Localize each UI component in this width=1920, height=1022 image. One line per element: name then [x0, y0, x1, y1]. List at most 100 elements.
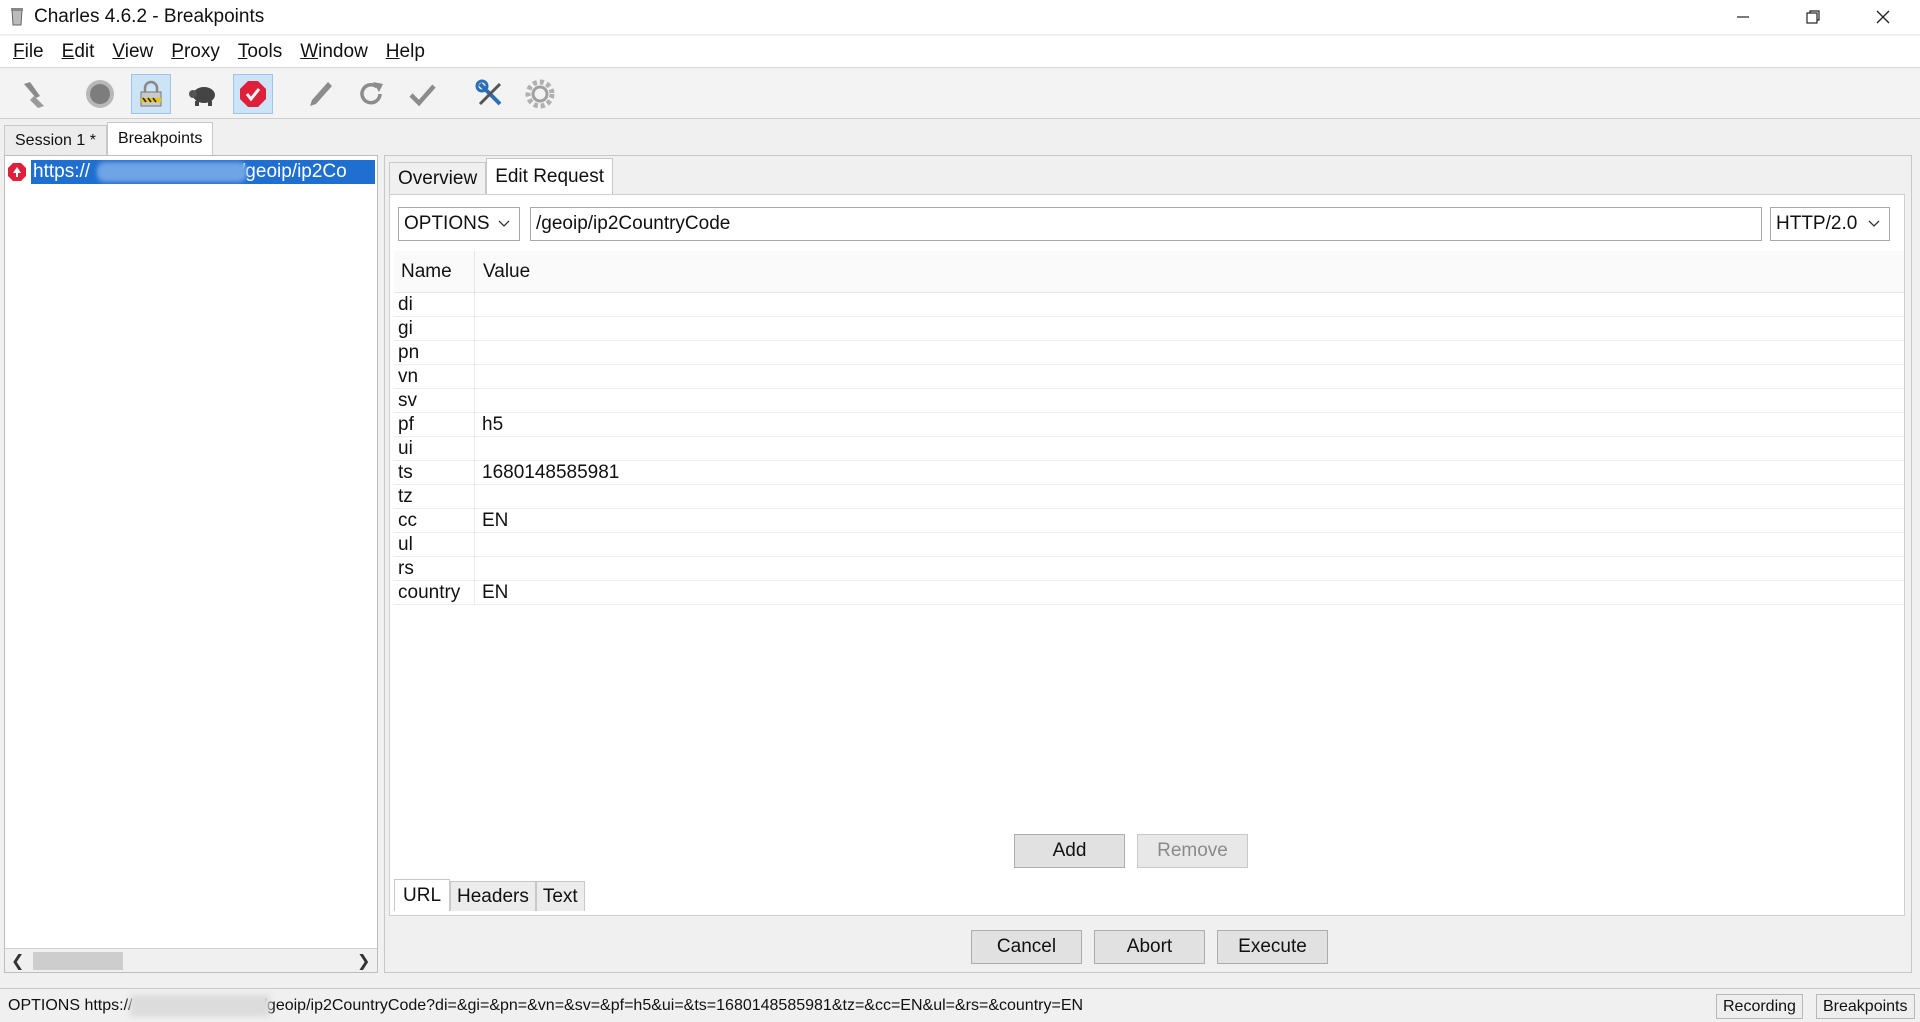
close-icon	[1876, 10, 1890, 24]
throttle-button[interactable]	[183, 74, 223, 114]
table-row[interactable]: country EN	[394, 580, 1904, 605]
table-row[interactable]: vn	[394, 364, 1904, 389]
param-value[interactable]	[475, 293, 482, 317]
path-value: /geoip/ip2CountryCode	[536, 213, 731, 234]
recording-status[interactable]: Recording	[1716, 994, 1803, 1019]
param-value[interactable]	[475, 341, 482, 365]
compose-button[interactable]	[300, 74, 340, 114]
tab-session-1[interactable]: Session 1 *	[4, 125, 107, 155]
param-name[interactable]: cc	[394, 508, 475, 533]
param-value[interactable]	[475, 437, 482, 461]
menu-window[interactable]: Window	[291, 41, 377, 63]
tab-edit-request[interactable]: Edit Request	[486, 158, 613, 194]
menu-bar: File Edit View Proxy Tools Window Help	[0, 36, 1920, 68]
param-value[interactable]	[475, 365, 482, 389]
breakpoints-status[interactable]: Breakpoints	[1816, 994, 1915, 1019]
param-name[interactable]: tz	[394, 484, 475, 509]
cancel-button[interactable]: Cancel	[971, 930, 1082, 964]
table-row[interactable]: rs	[394, 556, 1904, 581]
restore-button[interactable]	[1778, 0, 1848, 34]
table-row[interactable]: cc EN	[394, 508, 1904, 533]
protocol-select[interactable]: HTTP/2.0	[1770, 207, 1890, 241]
breakpoints-icon	[240, 81, 266, 107]
param-name[interactable]: ts	[394, 460, 475, 485]
chevron-down-icon	[1868, 220, 1880, 227]
menu-tools[interactable]: Tools	[229, 41, 291, 63]
param-name[interactable]: gi	[394, 316, 475, 341]
param-value[interactable]: h5	[475, 413, 503, 437]
table-row[interactable]: ui	[394, 436, 1904, 461]
menu-proxy[interactable]: Proxy	[162, 41, 229, 63]
column-header-value[interactable]: Value	[475, 261, 530, 283]
redacted-host	[97, 162, 247, 182]
tools-button[interactable]	[470, 74, 510, 114]
table-row[interactable]: pn	[394, 340, 1904, 365]
param-value[interactable]: 1680148585981	[475, 461, 619, 485]
param-value[interactable]: EN	[475, 581, 508, 605]
clear-session-button[interactable]	[12, 74, 52, 114]
tree-item-breakpoint-request[interactable]: https:///geoip/ip2Co	[7, 160, 375, 184]
param-value[interactable]	[475, 317, 482, 341]
check-icon	[409, 84, 436, 107]
abort-button[interactable]: Abort	[1094, 930, 1205, 964]
table-row[interactable]: ul	[394, 532, 1904, 557]
param-name[interactable]: vn	[394, 364, 475, 389]
add-button[interactable]: Add	[1014, 834, 1125, 868]
scrollbar-thumb[interactable]	[33, 952, 123, 970]
table-row[interactable]: sv	[394, 388, 1904, 413]
table-row[interactable]: gi	[394, 316, 1904, 341]
param-name[interactable]: sv	[394, 388, 475, 413]
column-header-name[interactable]: Name	[394, 250, 475, 293]
title-bar: Charles 4.6.2 - Breakpoints	[0, 0, 1920, 34]
request-tree-panel: https:///geoip/ip2Co ❮ ❯	[4, 155, 378, 973]
close-button[interactable]	[1848, 0, 1918, 34]
ssl-proxy-button[interactable]	[131, 74, 171, 114]
scroll-left-icon[interactable]: ❮	[11, 951, 24, 971]
menu-view[interactable]: View	[103, 41, 162, 63]
breakpoints-button[interactable]	[233, 74, 273, 114]
table-row[interactable]: ts 1680148585981	[394, 460, 1904, 485]
breakpoint-icon	[8, 163, 26, 181]
scroll-right-icon[interactable]: ❯	[357, 951, 370, 971]
menu-edit[interactable]: Edit	[53, 41, 104, 63]
repeat-button[interactable]	[351, 74, 391, 114]
validate-button[interactable]	[402, 74, 442, 114]
horizontal-scrollbar[interactable]: ❮ ❯	[5, 948, 377, 972]
param-name[interactable]: ul	[394, 532, 475, 557]
param-name[interactable]: country	[394, 580, 475, 605]
method-select[interactable]: OPTIONS	[398, 207, 520, 241]
tools-icon	[475, 79, 502, 106]
param-value[interactable]	[475, 557, 482, 581]
table-row[interactable]: tz	[394, 484, 1904, 509]
tab-headers[interactable]: Headers	[450, 881, 536, 911]
tab-overview[interactable]: Overview	[389, 162, 487, 194]
table-row[interactable]: pf h5	[394, 412, 1904, 437]
menu-help[interactable]: Help	[377, 41, 434, 63]
param-value[interactable]	[475, 389, 482, 413]
restore-icon	[1806, 10, 1820, 24]
settings-button[interactable]	[520, 74, 560, 114]
param-name[interactable]: ui	[394, 436, 475, 461]
param-name[interactable]: di	[394, 292, 475, 317]
tab-text[interactable]: Text	[535, 881, 585, 911]
pen-icon	[310, 82, 332, 106]
menu-file[interactable]: File	[4, 41, 53, 63]
throttle-icon	[189, 87, 215, 106]
table-row[interactable]: di	[394, 292, 1904, 317]
param-name[interactable]: pn	[394, 340, 475, 365]
record-button[interactable]	[80, 74, 120, 114]
session-tabs: Session 1 * Breakpoints	[0, 121, 1920, 155]
tab-breakpoints[interactable]: Breakpoints	[106, 122, 214, 155]
chevron-down-icon	[498, 220, 510, 227]
param-value[interactable]	[475, 485, 482, 509]
param-value[interactable]	[475, 533, 482, 557]
tab-url[interactable]: URL	[394, 879, 451, 911]
minimize-button[interactable]	[1708, 0, 1778, 34]
remove-button[interactable]: Remove	[1137, 834, 1248, 868]
param-name[interactable]: rs	[394, 556, 475, 581]
param-value[interactable]: EN	[475, 509, 508, 533]
execute-button[interactable]: Execute	[1217, 930, 1328, 964]
param-name[interactable]: pf	[394, 412, 475, 437]
path-input[interactable]: /geoip/ip2CountryCode	[530, 207, 1762, 241]
broom-icon	[24, 82, 44, 108]
